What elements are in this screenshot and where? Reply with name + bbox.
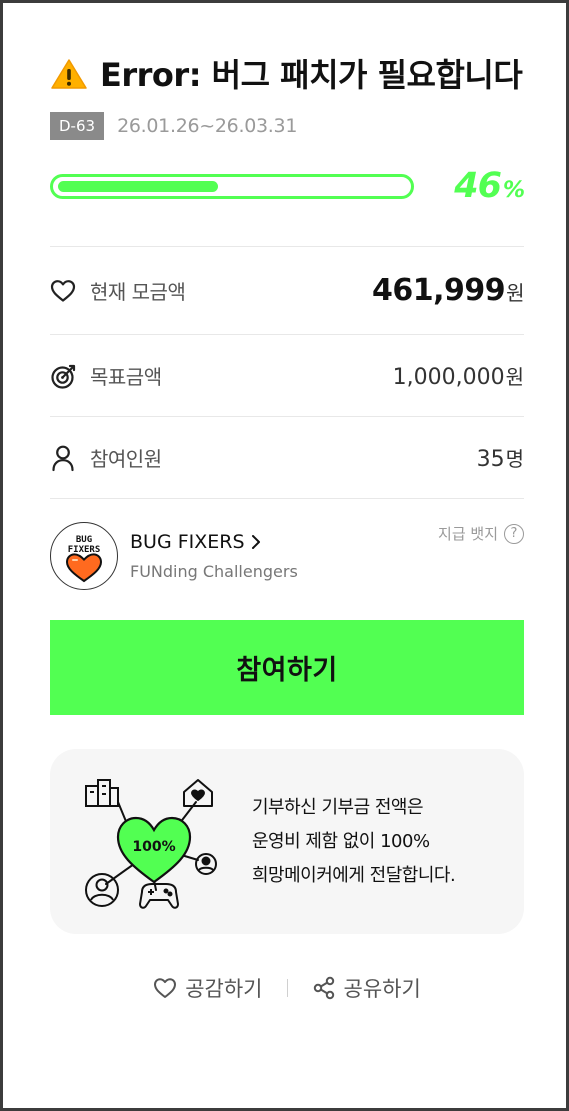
participants-unit: 명 bbox=[505, 447, 524, 471]
stat-label: 현재 모금액 bbox=[90, 280, 186, 304]
warning-icon bbox=[51, 59, 87, 89]
like-button[interactable]: 공감하기 bbox=[153, 973, 263, 1003]
progress-unit: % bbox=[502, 178, 525, 203]
d-day-badge: D-63 bbox=[50, 112, 105, 140]
stat-participants: 참여인원 35명 bbox=[50, 417, 524, 499]
donation-network-icon: 100% bbox=[85, 778, 217, 909]
creator-info: BUG FIXERS FUNding Challengers bbox=[130, 531, 298, 581]
share-button[interactable]: 공유하기 bbox=[312, 973, 421, 1003]
stats-list: 현재 모금액 461,999원 목표금액 1,000,000원 참여인원 35명 bbox=[50, 246, 524, 499]
illustration-percent-text: 100% bbox=[132, 839, 175, 855]
progress-percent: 46% bbox=[454, 166, 525, 206]
progress-fill bbox=[58, 180, 219, 192]
page-frame: Error: 버그 패치가 필요합니다 D-63 26.01.26~26.03.… bbox=[0, 0, 569, 1111]
join-button[interactable]: 참여하기 bbox=[50, 620, 524, 715]
creator-subtitle: FUNding Challengers bbox=[130, 562, 298, 581]
logo-text-line2: FIXERS bbox=[68, 545, 101, 555]
title-text: Error: 버그 패치가 필요합니다 bbox=[100, 56, 523, 94]
person-icon bbox=[50, 444, 78, 472]
info-line: 기부하신 기부금 전액은 bbox=[252, 796, 424, 818]
current-amount-unit: 원 bbox=[506, 281, 524, 305]
heart-icon bbox=[50, 277, 78, 305]
progress-section: 46% bbox=[50, 166, 525, 206]
participants-value: 35명 bbox=[477, 443, 524, 472]
badge-link[interactable]: 지급 뱃지 ? bbox=[438, 523, 524, 544]
action-divider bbox=[286, 979, 288, 997]
like-label: 공감하기 bbox=[185, 977, 263, 1001]
goal-amount-number: 1,000,000 bbox=[392, 365, 505, 390]
logo-text-line1: BUG bbox=[76, 535, 92, 545]
stat-goal-amount: 목표금액 1,000,000원 bbox=[50, 335, 524, 417]
target-icon bbox=[50, 362, 78, 390]
progress-number: 46 bbox=[454, 166, 502, 206]
donation-info-card: 100% 기부하신 기부금 전액은 운영비 제함 없이 100% 희망메이커에게… bbox=[50, 749, 524, 934]
creator-name-link[interactable]: BUG FIXERS bbox=[130, 531, 298, 553]
current-amount-value: 461,999원 bbox=[371, 273, 525, 308]
participants-number: 35 bbox=[476, 447, 505, 472]
page-title: Error: 버그 패치가 필요합니다 bbox=[50, 51, 524, 99]
goal-amount-value: 1,000,000원 bbox=[393, 361, 524, 390]
goal-amount-unit: 원 bbox=[505, 365, 524, 389]
share-label: 공유하기 bbox=[343, 977, 421, 1001]
campaign-period: 26.01.26~26.03.31 bbox=[117, 115, 298, 137]
creator-section: BUG FIXERS BUG FIXERS FUNding Challenger… bbox=[50, 521, 524, 591]
current-amount-number: 461,999 bbox=[371, 273, 506, 308]
stat-label: 참여인원 bbox=[90, 447, 162, 471]
action-bar: 공감하기 공유하기 bbox=[50, 970, 524, 1006]
heart-outline-icon bbox=[154, 978, 177, 998]
info-line: 희망메이커에게 전달합니다. bbox=[252, 864, 456, 886]
creator-logo[interactable]: BUG FIXERS bbox=[50, 522, 118, 590]
campaign-meta: D-63 26.01.26~26.03.31 bbox=[50, 111, 524, 141]
creator-name: BUG FIXERS bbox=[130, 531, 245, 553]
badge-link-label: 지급 뱃지 bbox=[438, 525, 498, 543]
chevron-right-icon bbox=[251, 535, 260, 549]
progress-bar bbox=[50, 173, 414, 199]
info-line: 운영비 제함 없이 100% bbox=[252, 830, 430, 852]
help-icon[interactable]: ? bbox=[504, 523, 524, 544]
campaign-detail: Error: 버그 패치가 필요합니다 D-63 26.01.26~26.03.… bbox=[50, 51, 525, 1006]
share-icon bbox=[313, 976, 334, 1000]
donation-info-text: 기부하신 기부금 전액은 운영비 제함 없이 100% 희망메이커에게 전달합니… bbox=[252, 791, 456, 893]
stat-current-amount: 현재 모금액 461,999원 bbox=[50, 247, 524, 335]
stat-label: 목표금액 bbox=[90, 365, 162, 389]
